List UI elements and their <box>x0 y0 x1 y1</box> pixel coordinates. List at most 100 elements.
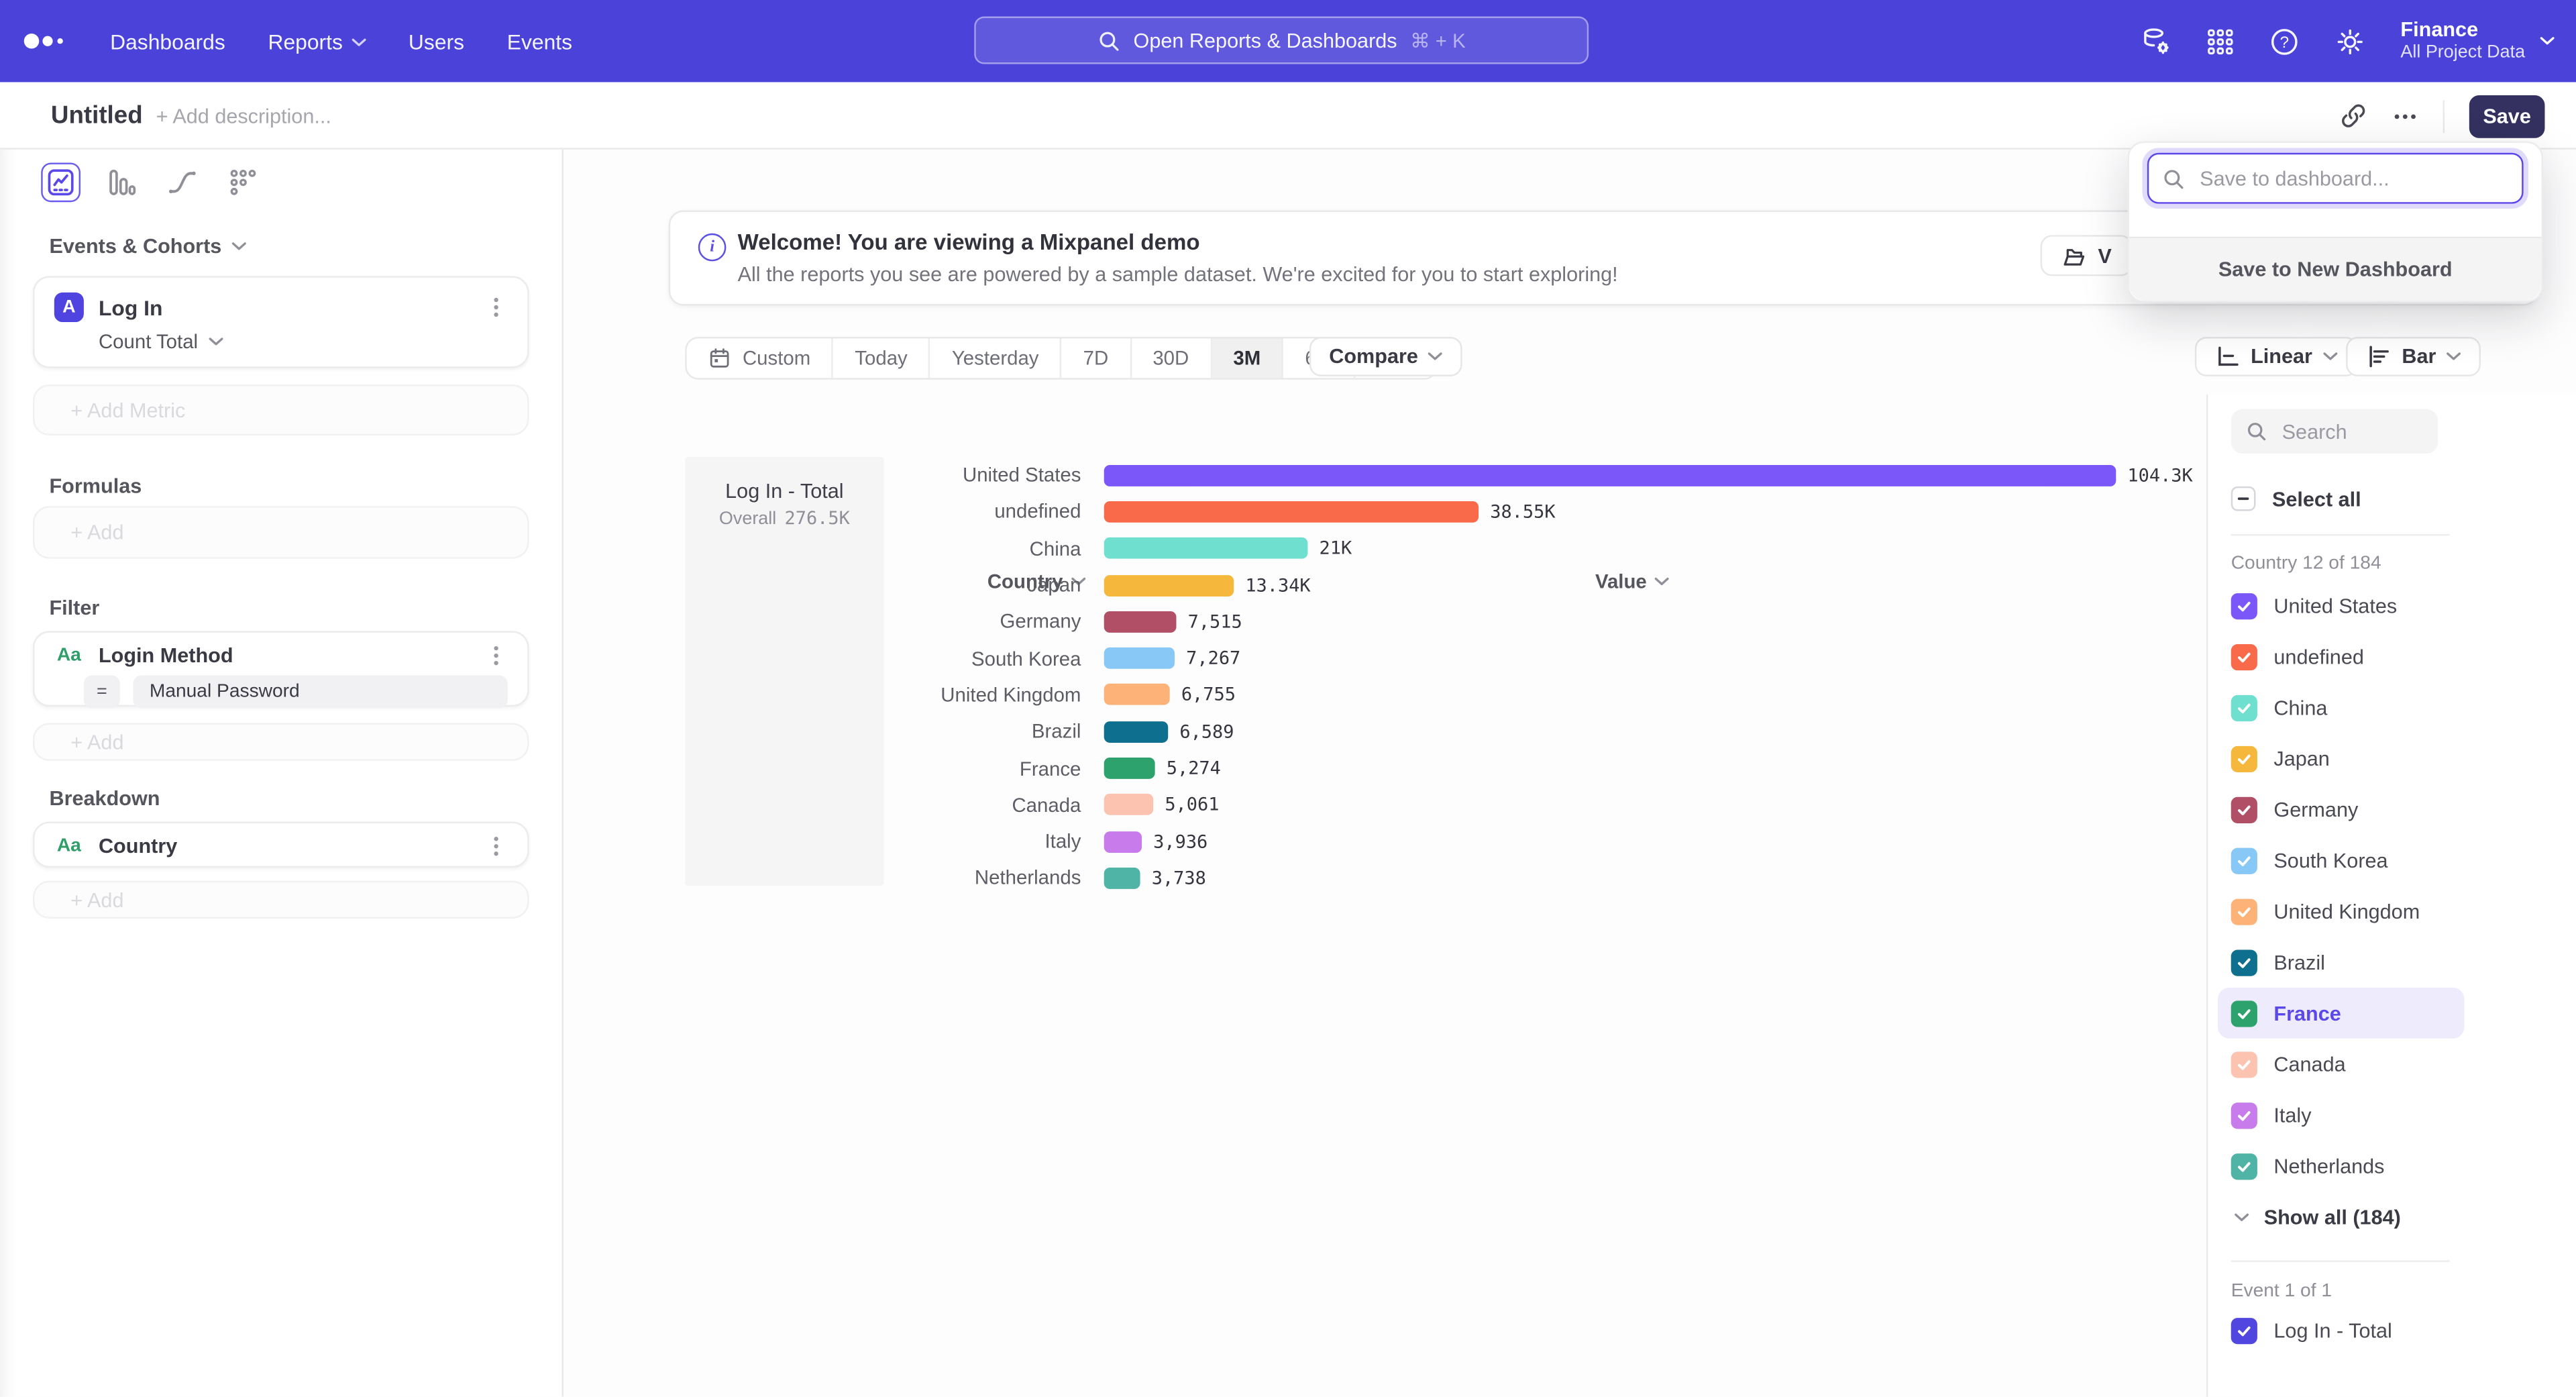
country-item-united-states[interactable]: United States <box>2218 580 2464 631</box>
country-item-japan[interactable]: Japan <box>2218 733 2464 784</box>
checked-checkbox[interactable] <box>2231 592 2257 619</box>
add-formula-button[interactable]: + Add <box>33 506 529 558</box>
save-to-new-dashboard-button[interactable]: Save to New Dashboard <box>2129 237 2542 301</box>
date-range-7d[interactable]: 7D <box>1062 338 1132 378</box>
checked-checkbox[interactable] <box>2231 949 2257 975</box>
nav-item-events[interactable]: Events <box>507 29 572 54</box>
bar[interactable] <box>1104 648 1175 669</box>
help-icon[interactable]: ? <box>2269 25 2301 57</box>
project-selector[interactable]: Finance All Project Data <box>2400 18 2555 64</box>
date-range-yesterday[interactable]: Yesterday <box>930 338 1062 378</box>
report-title[interactable]: Untitled <box>51 102 143 130</box>
bar[interactable] <box>1104 574 1234 596</box>
event-checkbox-item[interactable]: Log In - Total <box>2231 1318 2392 1344</box>
country-item-canada[interactable]: Canada <box>2218 1039 2464 1090</box>
filter-operator[interactable]: = <box>84 676 120 709</box>
show-all-button[interactable]: Show all (184) <box>2235 1206 2401 1229</box>
events-cohorts-header[interactable]: Events & Cohorts <box>49 235 246 258</box>
checked-checkbox[interactable] <box>2231 643 2257 670</box>
string-property-badge: Aa <box>54 837 84 856</box>
checked-checkbox[interactable] <box>2231 1102 2257 1128</box>
bar[interactable] <box>1104 684 1170 706</box>
data-management-icon[interactable] <box>2141 25 2172 57</box>
metric-event-name[interactable]: Log In <box>99 295 163 320</box>
save-button[interactable]: Save <box>2469 95 2545 138</box>
kebab-menu-icon[interactable] <box>484 296 507 319</box>
save-search-input[interactable] <box>2196 165 2508 191</box>
select-all-toggle[interactable]: Select all <box>2231 486 2361 511</box>
checked-checkbox[interactable] <box>2231 898 2257 924</box>
country-item-south-korea[interactable]: South Korea <box>2218 835 2464 886</box>
bar[interactable] <box>1104 794 1153 816</box>
checked-checkbox[interactable] <box>2231 847 2257 873</box>
date-range-custom[interactable]: Custom <box>687 338 834 378</box>
checked-checkbox[interactable] <box>2231 694 2257 721</box>
save-search-field[interactable] <box>2147 153 2524 204</box>
kebab-menu-icon[interactable] <box>484 644 507 667</box>
country-item-france[interactable]: France <box>2218 988 2464 1039</box>
chart-row: South Korea7,267 <box>564 640 2206 677</box>
top-nav: Dashboards Reports Users Events Open Report… <box>0 0 2576 82</box>
bar[interactable] <box>1104 464 2116 486</box>
add-breakdown-button[interactable]: + Add <box>33 881 529 919</box>
breakdown-card[interactable]: Aa Country <box>33 821 529 868</box>
bar[interactable] <box>1104 611 1177 633</box>
chart-scale-button[interactable]: Linear <box>2195 337 2357 376</box>
metric-letter-badge: A <box>54 293 84 322</box>
bar[interactable] <box>1104 501 1479 523</box>
chart-type-button[interactable]: Bar <box>2346 337 2480 376</box>
date-range-30d[interactable]: 30D <box>1132 338 1212 378</box>
filter-card[interactable]: Aa Login Method = Manual Password <box>33 631 529 707</box>
panel-search[interactable] <box>2231 409 2438 454</box>
indeterminate-checkbox[interactable] <box>2231 486 2256 511</box>
country-item-brazil[interactable]: Brazil <box>2218 937 2464 988</box>
nav-item-dashboards[interactable]: Dashboards <box>110 29 225 54</box>
country-item-germany[interactable]: Germany <box>2218 784 2464 835</box>
bar[interactable] <box>1104 537 1308 559</box>
tab-funnels[interactable] <box>102 162 142 202</box>
bar[interactable] <box>1104 831 1142 852</box>
country-item-netherlands[interactable]: Netherlands <box>2218 1141 2464 1192</box>
tab-flows[interactable] <box>162 162 202 202</box>
copy-link-icon[interactable] <box>2339 102 2367 130</box>
breakdown-property-name[interactable]: Country <box>99 835 177 858</box>
bar[interactable] <box>1104 868 1140 889</box>
global-search-button[interactable]: Open Reports & Dashboards ⌘ + K <box>974 16 1589 64</box>
filter-property-name[interactable]: Login Method <box>99 644 233 667</box>
mixpanel-logo-icon[interactable] <box>23 30 67 52</box>
settings-gear-icon[interactable] <box>2334 25 2366 57</box>
checked-checkbox[interactable] <box>2231 1318 2257 1344</box>
chart-row: undefined38.55K <box>564 493 2206 530</box>
filter-value[interactable]: Manual Password <box>133 676 507 709</box>
tab-insights[interactable] <box>41 162 80 202</box>
checked-checkbox[interactable] <box>2231 745 2257 772</box>
bar[interactable] <box>1104 721 1169 742</box>
add-metric-button[interactable]: + Add Metric <box>33 384 529 435</box>
country-item-label: Japan <box>2273 747 2329 770</box>
date-range-today[interactable]: Today <box>833 338 930 378</box>
tab-retention[interactable] <box>223 162 263 202</box>
view-board-button[interactable]: V <box>2041 235 2133 276</box>
chevron-down-icon <box>2235 1212 2249 1223</box>
country-item-china[interactable]: China <box>2218 682 2464 733</box>
panel-search-input[interactable] <box>2279 418 2433 444</box>
aggregation-selector[interactable]: Count Total <box>99 330 508 353</box>
country-item-undefined[interactable]: undefined <box>2218 631 2464 682</box>
nav-item-reports[interactable]: Reports <box>268 29 366 54</box>
bar[interactable] <box>1104 758 1155 779</box>
country-item-italy[interactable]: Italy <box>2218 1090 2464 1141</box>
date-range-3m[interactable]: 3M <box>1212 338 1284 378</box>
checked-checkbox[interactable] <box>2231 1051 2257 1077</box>
add-filter-button[interactable]: + Add <box>33 723 529 761</box>
country-item-united-kingdom[interactable]: United Kingdom <box>2218 886 2464 937</box>
nav-item-users[interactable]: Users <box>409 29 464 54</box>
metric-card[interactable]: A Log In Count Total <box>33 276 529 368</box>
kebab-menu-icon[interactable] <box>484 835 507 858</box>
report-description-placeholder[interactable]: + Add description... <box>156 105 331 128</box>
more-actions-icon[interactable] <box>2392 103 2418 129</box>
checked-checkbox[interactable] <box>2231 1000 2257 1026</box>
checked-checkbox[interactable] <box>2231 1153 2257 1179</box>
checked-checkbox[interactable] <box>2231 796 2257 823</box>
compare-button[interactable]: Compare <box>1309 337 1462 376</box>
apps-grid-icon[interactable] <box>2206 27 2235 55</box>
